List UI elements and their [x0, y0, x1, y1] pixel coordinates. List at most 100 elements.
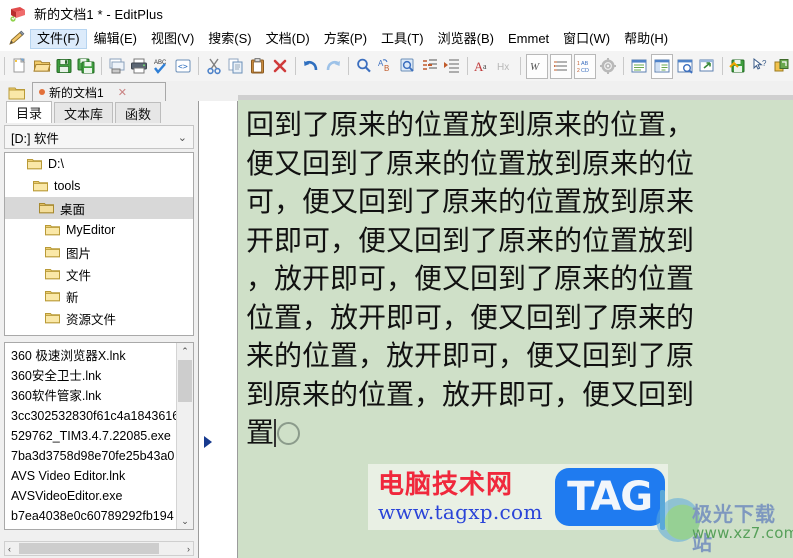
menu-item-search[interactable]: 搜索(S) [201, 29, 258, 49]
editor-line-text: 置 [246, 416, 275, 449]
drive-selector[interactable]: [D:] 软件 ⌄ [4, 125, 194, 149]
toolbar-separator-5 [467, 57, 468, 75]
file-list-horizontal-scrollbar[interactable]: ‹ › [4, 541, 194, 556]
paste-icon[interactable] [248, 55, 268, 78]
list-item[interactable]: 7ba3d3758d98e70fe25b43a0 [11, 446, 176, 466]
print-icon[interactable] [129, 55, 149, 78]
tree-item-files[interactable]: 文件 [5, 263, 193, 285]
scroll-right-icon[interactable]: › [184, 544, 193, 554]
svg-text:CD: CD [581, 68, 589, 74]
menu-item-file[interactable]: 文件(F) [30, 29, 87, 49]
folder-icon [33, 180, 48, 192]
settings-gear-icon[interactable] [598, 55, 618, 78]
folder-icon [45, 312, 60, 324]
menu-item-help[interactable]: 帮助(H) [617, 29, 675, 49]
menu-item-view[interactable]: 视图(V) [144, 29, 201, 49]
sidebar-tab-function[interactable]: 函数 [115, 102, 162, 123]
list-item[interactable]: 360 极速浏览器X.lnk [11, 346, 176, 366]
list-item[interactable]: b7ea4038e0c60789292fb194 [11, 506, 176, 526]
goto-line-icon[interactable] [420, 55, 440, 78]
modified-indicator-icon [39, 89, 45, 95]
file-list[interactable]: 360 极速浏览器X.lnk 360安全卫士.lnk 360软件管家.lnk 3… [4, 342, 194, 530]
indent-icon[interactable] [442, 55, 462, 78]
replace-icon[interactable]: AB [376, 55, 396, 78]
list-item[interactable]: AVS Video Editor.lnk [11, 466, 176, 486]
line-number-icon[interactable] [550, 53, 572, 79]
new-file-icon[interactable] [10, 55, 30, 78]
menu-item-document[interactable]: 文档(D) [259, 29, 317, 49]
menu-item-window[interactable]: 窗口(W) [556, 29, 617, 49]
fullscreen-icon[interactable] [697, 55, 717, 78]
tree-item-new[interactable]: 新 [5, 285, 193, 307]
watermark-tagxp: 电脑技术网 www.tagxp.com TAG [368, 464, 668, 530]
close-icon[interactable]: ✕ [118, 86, 127, 99]
splitter-collapse-arrow-icon[interactable] [204, 436, 212, 448]
folder-icon [45, 268, 60, 280]
list-item[interactable]: 3cc302532830f61c4a1843616 [11, 406, 176, 426]
word-wrap-icon[interactable]: W [526, 53, 548, 79]
tree-item-label: 图片 [66, 246, 92, 261]
tree-item-tools[interactable]: tools [5, 175, 193, 197]
tree-item-resources[interactable]: 资源文件 [5, 307, 193, 329]
file-list-vertical-scrollbar[interactable]: ⌃ ⌄ [176, 343, 193, 529]
folder-icon [39, 202, 54, 214]
list-item[interactable]: AVSVideoEditor.exe [11, 486, 176, 506]
editor-line: 到原来的位置，放开即可，便又回到 [246, 377, 695, 411]
menu-item-edit[interactable]: 编辑(E) [87, 29, 144, 49]
document-tab[interactable]: 新的文档1 ✕ [32, 82, 166, 101]
sidebar-tab-directory[interactable]: 目录 [6, 101, 53, 123]
user-tool-icon[interactable] [772, 55, 792, 78]
tree-item-myeditor[interactable]: MyEditor [5, 219, 193, 241]
folder-icon[interactable] [8, 85, 26, 101]
editor-content: 回到了原来的位置放到原来的位置， 便又回到了原来的位置放到原来的位 可，便又回到… [238, 100, 793, 453]
tree-item-pictures[interactable]: 图片 [5, 241, 193, 263]
chevron-down-icon[interactable]: ⌄ [178, 131, 187, 144]
ftp-upload-icon[interactable] [728, 55, 748, 78]
spell-check-icon[interactable]: ABC [151, 55, 171, 78]
find-in-files-icon[interactable] [398, 55, 418, 78]
print-preview-icon[interactable] [107, 55, 127, 78]
watermark-tagxp-badge: TAG [554, 468, 665, 526]
find-icon[interactable] [354, 55, 374, 78]
editor-line: 便又回到了原来的位置放到原来的位 [246, 146, 695, 180]
list-item[interactable]: 360软件管家.lnk [11, 386, 176, 406]
font-icon[interactable]: Aa [473, 55, 493, 78]
panel-splitter[interactable] [198, 101, 238, 558]
scroll-down-icon[interactable]: ⌄ [177, 513, 193, 529]
view-source-icon[interactable]: <> [173, 55, 193, 78]
tree-item-desktop[interactable]: 桌面 [5, 197, 193, 219]
menu-item-browser[interactable]: 浏览器(B) [431, 29, 501, 49]
menu-item-tools[interactable]: 工具(T) [374, 29, 431, 49]
folder-icon [45, 246, 60, 258]
undo-icon[interactable] [301, 55, 321, 78]
directory-window-icon[interactable] [651, 53, 673, 79]
delete-icon[interactable] [270, 55, 290, 78]
list-item[interactable]: c1c4ae44d4b2 [11, 526, 176, 529]
tree-item-label: D:\ [48, 157, 64, 171]
copy-icon[interactable] [226, 55, 246, 78]
open-file-icon[interactable] [32, 55, 52, 78]
output-window-icon[interactable] [629, 55, 649, 78]
save-icon[interactable] [54, 55, 74, 78]
tree-item-d-drive[interactable]: D:\ [5, 153, 193, 175]
hex-icon[interactable]: Hx [495, 55, 515, 78]
menu-item-emmet[interactable]: Emmet [501, 29, 556, 49]
list-item[interactable]: 360安全卫士.lnk [11, 366, 176, 386]
list-item[interactable]: 529762_TIM3.4.7.22085.exe [11, 426, 176, 446]
sidebar-tab-cliptext[interactable]: 文本库 [54, 102, 114, 123]
editor-line: 位置，放开即可，便又回到了原来的 [246, 300, 695, 334]
cut-icon[interactable] [204, 55, 224, 78]
scroll-up-icon[interactable]: ⌃ [177, 343, 193, 359]
clip-library-icon[interactable] [675, 55, 695, 78]
svg-text:1: 1 [577, 61, 580, 67]
scrollbar-thumb[interactable] [178, 360, 192, 402]
menu-item-project[interactable]: 方案(P) [317, 29, 374, 49]
svg-text:AB: AB [581, 61, 589, 67]
redo-icon[interactable] [323, 55, 343, 78]
scroll-left-icon[interactable]: ‹ [5, 544, 14, 554]
folder-tree[interactable]: D:\ tools 桌面 MyEditor 图片 文件 新 资源文件 [4, 152, 194, 336]
save-all-icon[interactable] [76, 55, 96, 78]
case-icon[interactable]: 1 AB 2 CD [574, 53, 596, 79]
context-help-icon[interactable]: ? [750, 55, 770, 78]
scrollbar-thumb-horizontal[interactable] [19, 543, 159, 554]
